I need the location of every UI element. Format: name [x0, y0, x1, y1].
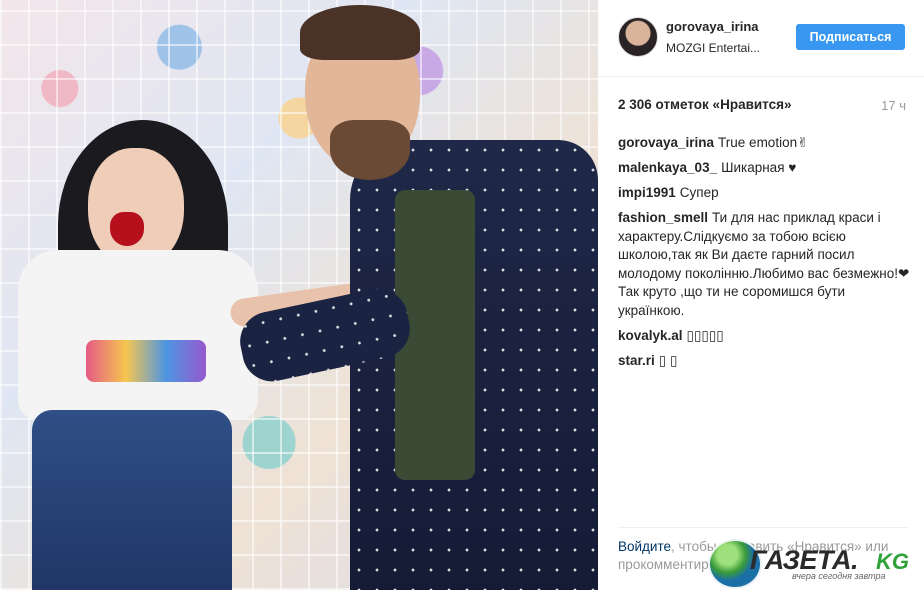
post-username[interactable]: gorovaya_irina — [666, 19, 759, 34]
post-location[interactable]: MOZGI Entertai... — [666, 41, 760, 55]
site-watermark: ГАЗЕТА. KG вчера сегодня завтра — [706, 537, 924, 589]
man-beard — [330, 120, 410, 180]
comment-item: impi1991 Супер — [618, 184, 910, 203]
comment-username[interactable]: kovalyk.al — [618, 328, 683, 343]
comment-item: gorovaya_irina True emotion✌ — [618, 134, 910, 153]
comment-text: ▯▯▯▯▯ — [686, 327, 724, 343]
comment-username[interactable]: star.ri — [618, 353, 655, 368]
comment-item: kovalyk.al ▯▯▯▯▯ — [618, 327, 910, 346]
comment-item: fashion_smell Ти для нас приклад краси і … — [618, 209, 910, 320]
comment-text: Супер — [679, 185, 719, 200]
comment-text: ▯ ▯ — [658, 352, 678, 368]
avatar[interactable] — [618, 17, 658, 57]
woman-jeans — [32, 410, 232, 590]
comment-item: malenkaya_03_ Шикарная ♥ — [618, 159, 910, 178]
comment-text: Ти для нас приклад краси і характеру.Слі… — [618, 210, 910, 318]
comment-text: True emotion✌ — [718, 135, 809, 150]
comment-username[interactable]: impi1991 — [618, 185, 676, 200]
login-link[interactable]: Войдите — [618, 539, 671, 554]
woman-mouth — [110, 212, 144, 246]
likes-count[interactable]: 2 306 отметок «Нравится» — [618, 97, 792, 112]
post-photo[interactable] — [0, 0, 598, 590]
post-sidebar: gorovaya_irina MOZGI Entertai... Подписа… — [598, 0, 924, 590]
comment-username[interactable]: malenkaya_03_ — [618, 160, 717, 175]
post-time[interactable]: 17 ч — [881, 98, 906, 113]
man-hair — [300, 5, 420, 60]
woman-shirt — [18, 250, 258, 420]
comment-text: Шикарная ♥ — [721, 160, 797, 175]
shirt-love-print — [86, 340, 206, 382]
comment-username[interactable]: gorovaya_irina — [618, 135, 714, 150]
watermark-tagline: вчера сегодня завтра — [792, 571, 886, 581]
post-header: gorovaya_irina MOZGI Entertai... Подписа… — [598, 0, 924, 77]
follow-button[interactable]: Подписаться — [796, 24, 905, 50]
comment-list: gorovaya_irina True emotion✌ malenkaya_03… — [618, 134, 910, 377]
comment-username[interactable]: fashion_smell — [618, 210, 708, 225]
comment-item: star.ri ▯ ▯ — [618, 352, 910, 371]
